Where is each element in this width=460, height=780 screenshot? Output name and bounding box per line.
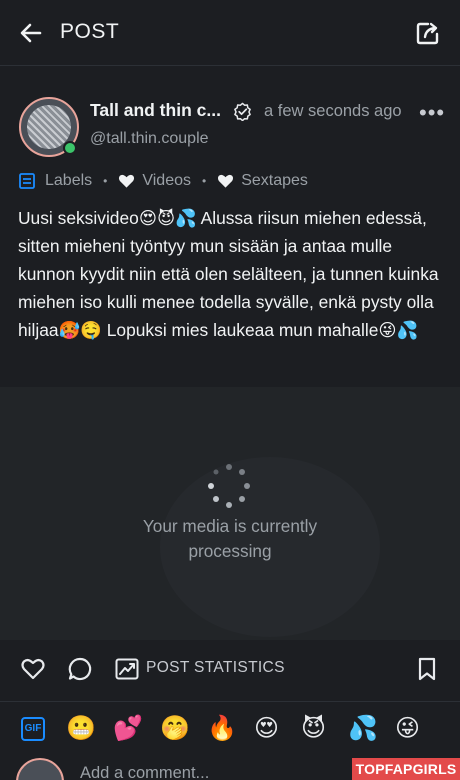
- label-tag-sextapes[interactable]: Sextapes: [241, 172, 308, 190]
- media-status: Your media is currently processing: [142, 516, 318, 561]
- emoji-heart-eyes[interactable]: 😍: [254, 713, 279, 743]
- emoji-sweat-droplets[interactable]: 💦: [348, 713, 378, 743]
- page-title: POST: [60, 20, 120, 43]
- watermark: TOPFAPGIRLS: [352, 758, 460, 780]
- emoji-two-hearts[interactable]: 💕: [113, 713, 143, 743]
- emoji-grimace[interactable]: 😬: [66, 713, 96, 743]
- emoji-hand-over-mouth[interactable]: 🤭: [160, 713, 190, 743]
- post-text: Uusi seksivideo😍😈💦 Alussa riisun miehen …: [18, 208, 439, 340]
- stats-icon[interactable]: [114, 656, 140, 682]
- labels-title[interactable]: Labels: [45, 172, 92, 190]
- share-icon[interactable]: [414, 19, 442, 47]
- author-handle[interactable]: @tall.thin.couple: [90, 130, 209, 148]
- label-tag-videos[interactable]: Videos: [142, 172, 191, 190]
- online-indicator: [63, 141, 77, 155]
- gif-icon[interactable]: GIF: [21, 717, 45, 741]
- post-timestamp: a few seconds ago: [264, 102, 402, 120]
- more-icon[interactable]: •••: [419, 100, 445, 126]
- labels-row: Labels • Videos • Sextapes: [18, 170, 308, 192]
- author-name[interactable]: Tall and thin c...: [90, 100, 221, 121]
- comment-avatar: [16, 758, 64, 780]
- emoji-winking-tongue[interactable]: 😜: [395, 713, 420, 743]
- bookmark-icon[interactable]: [414, 656, 440, 682]
- emoji-smiling-devil[interactable]: 😈: [301, 713, 326, 743]
- heart-icon[interactable]: [20, 656, 46, 682]
- emoji-fire[interactable]: 🔥: [207, 713, 237, 743]
- heart-icon: [218, 174, 234, 188]
- verified-icon: [234, 102, 251, 121]
- comment-icon[interactable]: [67, 656, 93, 682]
- labels-icon: [19, 173, 35, 189]
- author-avatar[interactable]: [19, 97, 81, 159]
- spinner-icon: [208, 464, 250, 508]
- post-statistics-button[interactable]: POST STATISTICS: [146, 659, 285, 677]
- heart-icon: [119, 174, 135, 188]
- back-arrow-icon[interactable]: [18, 20, 44, 46]
- comment-input[interactable]: Add a comment...: [80, 764, 209, 780]
